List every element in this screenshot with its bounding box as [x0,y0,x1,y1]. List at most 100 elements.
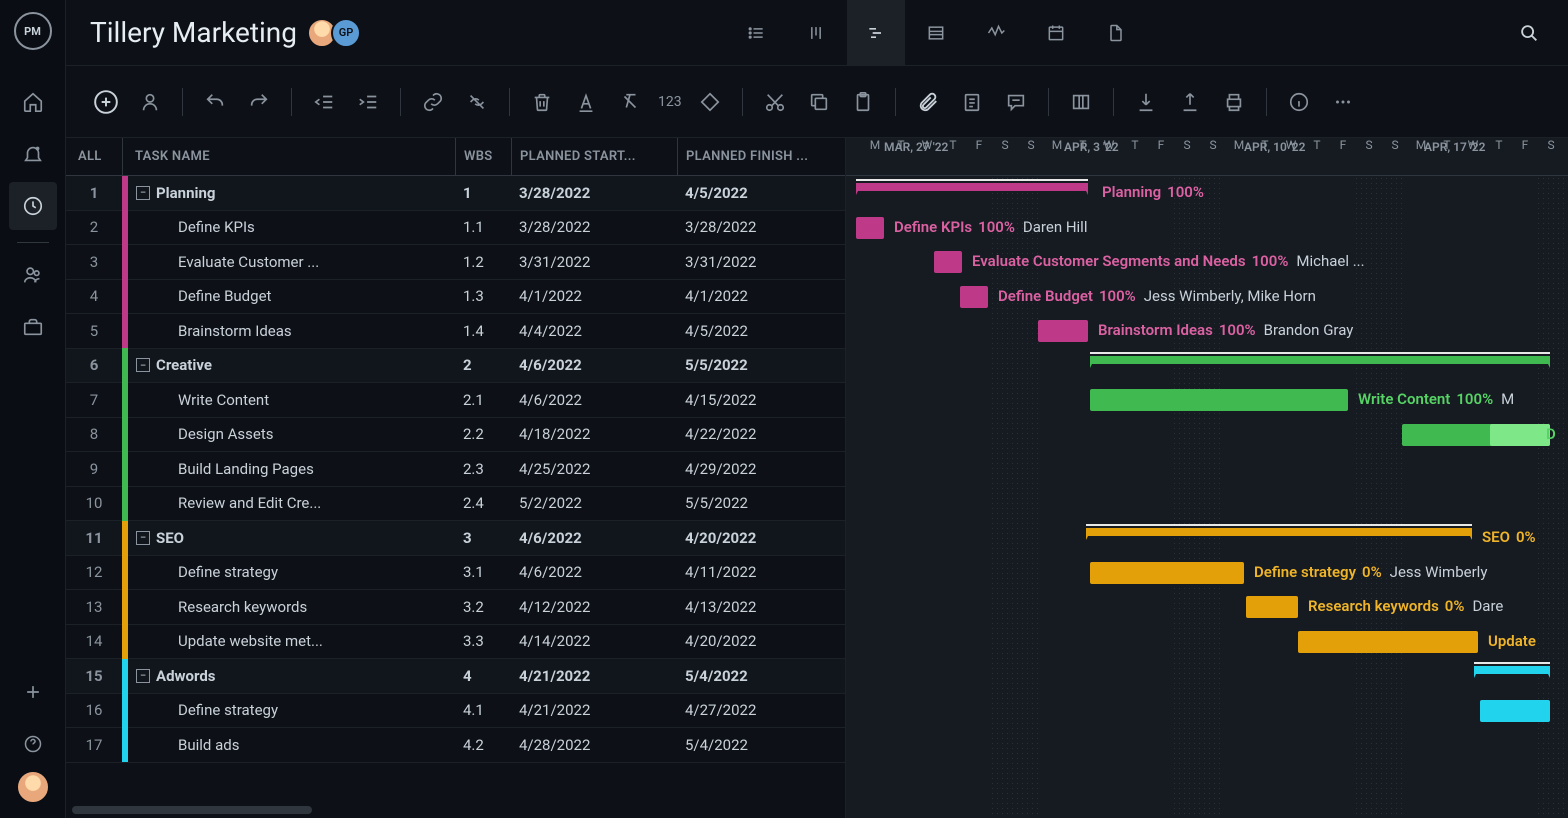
finish-cell[interactable]: 4/11/2022 [677,563,845,581]
task-name-cell[interactable]: Update website met... [128,632,455,650]
indent-icon[interactable] [352,86,384,118]
view-calendar-icon[interactable] [1027,0,1085,66]
project-members[interactable]: GP [313,18,361,48]
gantt-task-bar[interactable] [1090,562,1244,584]
task-name-cell[interactable]: − Planning [128,184,455,202]
gantt-body[interactable]: Planning100%Define KPIs100%Daren HillEva… [846,176,1568,816]
nav-team-icon[interactable] [9,251,57,299]
start-cell[interactable]: 4/18/2022 [511,425,677,443]
collapse-icon[interactable]: − [136,358,150,372]
member-avatar-2[interactable]: GP [331,18,361,48]
start-cell[interactable]: 4/14/2022 [511,632,677,650]
start-cell[interactable]: 3/31/2022 [511,253,677,271]
view-list-icon[interactable] [727,0,785,66]
wbs-cell[interactable]: 4.1 [455,701,511,719]
paste-icon[interactable] [847,86,879,118]
task-row[interactable]: 14 Update website met... 3.3 4/14/2022 4… [66,625,845,660]
task-name-cell[interactable]: Define strategy [128,701,455,719]
gantt-task-bar[interactable] [856,217,884,239]
gantt-task-bar[interactable] [1480,700,1550,722]
task-name-cell[interactable]: Write Content [128,391,455,409]
attachment-icon[interactable] [912,86,944,118]
task-row[interactable]: 7 Write Content 2.1 4/6/2022 4/15/2022 [66,383,845,418]
gantt-summary-bar[interactable] [1090,356,1550,364]
wbs-cell[interactable]: 1.4 [455,322,511,340]
link-icon[interactable] [417,86,449,118]
task-name-cell[interactable]: Research keywords [128,598,455,616]
task-name-cell[interactable]: Review and Edit Cre... [128,494,455,512]
finish-cell[interactable]: 4/22/2022 [677,425,845,443]
gantt-task-bar[interactable] [1298,631,1478,653]
view-files-icon[interactable] [1087,0,1145,66]
start-cell[interactable]: 4/28/2022 [511,736,677,754]
start-cell[interactable]: 4/12/2022 [511,598,677,616]
nav-add-icon[interactable] [9,668,57,716]
gantt-task-bar[interactable] [960,286,988,308]
number-format-icon[interactable]: 123 [658,94,682,110]
col-task-name[interactable]: TASK NAME [122,138,455,175]
start-cell[interactable]: 4/4/2022 [511,322,677,340]
outdent-icon[interactable] [308,86,340,118]
wbs-cell[interactable]: 3.2 [455,598,511,616]
start-cell[interactable]: 3/28/2022 [511,218,677,236]
finish-cell[interactable]: 4/1/2022 [677,287,845,305]
start-cell[interactable]: 3/28/2022 [511,184,677,202]
nav-notifications-icon[interactable] [9,130,57,178]
gantt-task-bar[interactable] [1246,596,1298,618]
more-icon[interactable] [1327,86,1359,118]
notes-icon[interactable] [956,86,988,118]
export-icon[interactable] [1174,86,1206,118]
task-row[interactable]: 12 Define strategy 3.1 4/6/2022 4/11/202… [66,556,845,591]
task-row[interactable]: 3 Evaluate Customer ... 1.2 3/31/2022 3/… [66,245,845,280]
nav-recent-icon[interactable] [9,182,57,230]
start-cell[interactable]: 4/25/2022 [511,460,677,478]
undo-icon[interactable] [199,86,231,118]
task-row[interactable]: 8 Design Assets 2.2 4/18/2022 4/22/2022 [66,418,845,453]
finish-cell[interactable]: 4/20/2022 [677,529,845,547]
col-planned-start[interactable]: PLANNED START... [511,138,677,175]
col-all[interactable]: ALL [66,138,122,175]
task-name-cell[interactable]: Define Budget [128,287,455,305]
wbs-cell[interactable]: 2 [455,356,511,374]
task-row[interactable]: 2 Define KPIs 1.1 3/28/2022 3/28/2022 [66,211,845,246]
task-name-cell[interactable]: Design Assets [128,425,455,443]
gantt-chart[interactable]: MAR, 27 '22APR, 3 '22APR, 10 '22APR, 17 … [846,138,1568,818]
task-name-cell[interactable]: Brainstorm Ideas [128,322,455,340]
gantt-summary-bar[interactable] [1474,666,1550,674]
assign-icon[interactable] [134,86,166,118]
gantt-task-bar[interactable] [1038,320,1088,342]
gantt-task-bar[interactable] [934,251,962,273]
start-cell[interactable]: 4/21/2022 [511,701,677,719]
print-icon[interactable] [1218,86,1250,118]
milestone-icon[interactable] [694,86,726,118]
user-avatar[interactable] [18,772,48,802]
finish-cell[interactable]: 5/4/2022 [677,736,845,754]
view-workload-icon[interactable] [967,0,1025,66]
task-row[interactable]: 10 Review and Edit Cre... 2.4 5/2/2022 5… [66,487,845,522]
clear-format-icon[interactable] [614,86,646,118]
task-name-cell[interactable]: Define KPIs [128,218,455,236]
task-row[interactable]: 13 Research keywords 3.2 4/12/2022 4/13/… [66,590,845,625]
unlink-icon[interactable] [461,86,493,118]
view-gantt-icon[interactable] [847,0,905,66]
wbs-cell[interactable]: 1.3 [455,287,511,305]
finish-cell[interactable]: 5/5/2022 [677,494,845,512]
start-cell[interactable]: 4/6/2022 [511,563,677,581]
wbs-cell[interactable]: 2.2 [455,425,511,443]
gantt-task-bar[interactable] [1090,389,1348,411]
import-icon[interactable] [1130,86,1162,118]
wbs-cell[interactable]: 1.1 [455,218,511,236]
wbs-cell[interactable]: 3.1 [455,563,511,581]
task-row[interactable]: 17 Build ads 4.2 4/28/2022 5/4/2022 [66,728,845,763]
view-sheet-icon[interactable] [907,0,965,66]
finish-cell[interactable]: 5/4/2022 [677,667,845,685]
task-row[interactable]: 5 Brainstorm Ideas 1.4 4/4/2022 4/5/2022 [66,314,845,349]
text-style-icon[interactable] [570,86,602,118]
wbs-cell[interactable]: 2.1 [455,391,511,409]
nav-home-icon[interactable] [9,78,57,126]
wbs-cell[interactable]: 2.4 [455,494,511,512]
horizontal-scrollbar[interactable] [72,806,312,814]
start-cell[interactable]: 4/21/2022 [511,667,677,685]
collapse-icon[interactable]: − [136,531,150,545]
start-cell[interactable]: 4/6/2022 [511,529,677,547]
